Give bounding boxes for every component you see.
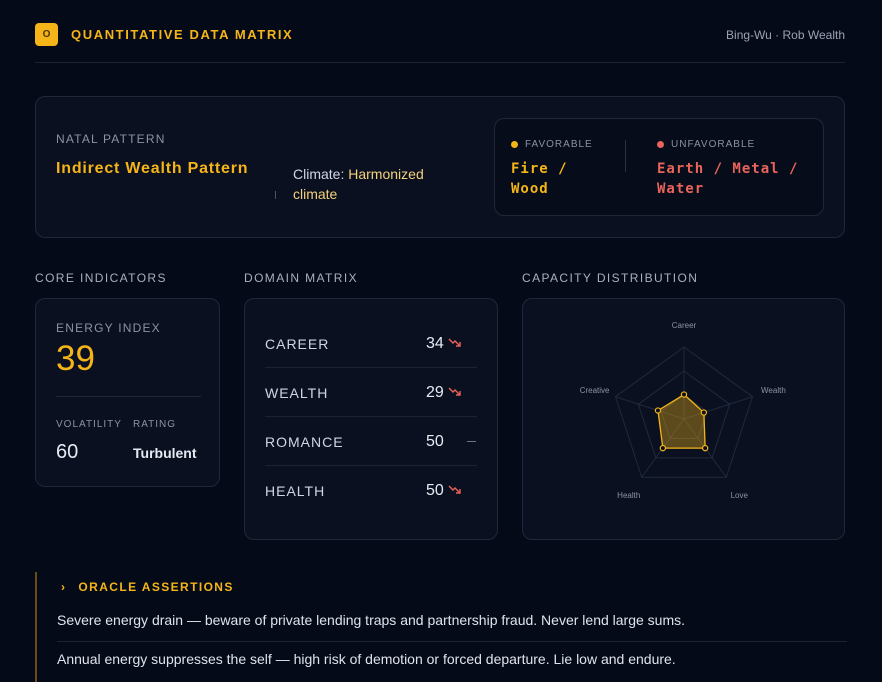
brand-label: Bing-Wu · Rob Wealth	[726, 28, 845, 42]
domain-name: ROMANCE	[265, 434, 344, 450]
radar-data-area	[657, 393, 706, 449]
capacity-radar-chart: Career Wealth Love Health Creative	[580, 321, 786, 500]
domain-value: 50	[426, 482, 444, 499]
domain-name: WEALTH	[265, 385, 329, 401]
core-divider	[56, 396, 201, 397]
assertion-item: Annual energy suppresses the self — high…	[57, 651, 676, 667]
radar-axis-label: Career	[672, 321, 697, 330]
natal-pattern-name: Indirect Wealth Pattern	[56, 160, 249, 177]
domain-name: CAREER	[265, 336, 330, 352]
volatility-label: VOLATILITY	[56, 419, 122, 430]
core-indicators-card: ENERGY INDEX 39 VOLATILITY RATING 60 Tur…	[35, 298, 220, 487]
rating-label: RATING	[133, 419, 177, 430]
unfavorable-value: Earth / Metal / Water	[657, 161, 799, 197]
climate-divider	[275, 191, 276, 199]
radar-data-point	[680, 391, 688, 398]
trend-down-icon	[448, 335, 462, 349]
app-logo-icon: O	[35, 23, 58, 46]
domain-row-career: CAREER 34	[265, 319, 477, 368]
header: O QUANTITATIVE DATA MATRIX Bing-Wu · Rob…	[35, 23, 845, 63]
natal-pattern-label: NATAL PATTERN	[56, 132, 166, 146]
favorable-dot-icon	[511, 141, 518, 148]
unfavorable-group: UNFAVORABLE Earth / Metal / Water	[657, 139, 807, 199]
assertion-divider	[57, 641, 847, 642]
climate-label: Climate:	[293, 166, 345, 182]
radar-data-point	[659, 444, 667, 452]
unfavorable-label: UNFAVORABLE	[671, 139, 756, 150]
capacity-distribution-card: Career Wealth Love Health Creative	[522, 298, 845, 540]
domain-value: 29	[426, 384, 444, 401]
domain-value: 34	[426, 335, 444, 352]
oracle-header[interactable]: › ORACLE ASSERTIONS	[61, 580, 234, 594]
core-indicators-title: CORE INDICATORS	[35, 271, 167, 285]
domain-row-wealth: WEALTH 29	[265, 368, 477, 417]
favorable-value: Fire / Wood	[511, 161, 568, 197]
assertion-item: Severe energy drain — beware of private …	[57, 612, 686, 628]
app-title: QUANTITATIVE DATA MATRIX	[71, 27, 294, 42]
radar-data-point	[654, 407, 662, 414]
domain-value: 50	[426, 433, 444, 450]
radar-axis-label: Wealth	[761, 386, 786, 395]
oracle-assertions-panel: › ORACLE ASSERTIONS Severe energy drain …	[35, 572, 847, 682]
favorable-separator	[625, 140, 626, 172]
energy-index-value: 39	[56, 339, 95, 378]
domain-row-romance: ROMANCE 50	[265, 417, 477, 466]
oracle-title: ORACLE ASSERTIONS	[78, 580, 234, 594]
domain-name: HEALTH	[265, 483, 326, 499]
unfavorable-dot-icon	[657, 141, 664, 148]
favorable-label: FAVORABLE	[525, 139, 593, 150]
radar-axis-label: Love	[731, 491, 749, 500]
domain-row-health: HEALTH 50	[265, 466, 477, 515]
capacity-distribution-title: CAPACITY DISTRIBUTION	[522, 271, 699, 285]
climate-text: Climate: Harmonized climate	[293, 164, 463, 204]
domain-matrix-title: DOMAIN MATRIX	[244, 271, 358, 285]
radar-data-point	[701, 444, 709, 452]
rating-value: Turbulent	[133, 445, 197, 461]
radar-axis-label: Health	[617, 491, 640, 500]
radar-axis-label: Creative	[580, 386, 610, 395]
volatility-value: 60	[56, 441, 79, 463]
trend-down-icon	[448, 384, 462, 398]
favorable-group: FAVORABLE Fire / Wood	[511, 139, 601, 199]
radar-data-point	[700, 409, 708, 416]
domain-matrix-card: CAREER 34 WEALTH 29 ROMANCE 50 HEALTH 50	[244, 298, 498, 540]
energy-index-label: ENERGY INDEX	[56, 321, 161, 335]
trend-down-icon	[448, 482, 462, 496]
trend-flat-icon	[467, 441, 476, 442]
element-balance-box: FAVORABLE Fire / Wood UNFAVORABLE Earth …	[494, 118, 824, 216]
natal-pattern-card: NATAL PATTERN Indirect Wealth Pattern Cl…	[35, 96, 845, 238]
chevron-right-icon[interactable]: ›	[61, 580, 66, 594]
